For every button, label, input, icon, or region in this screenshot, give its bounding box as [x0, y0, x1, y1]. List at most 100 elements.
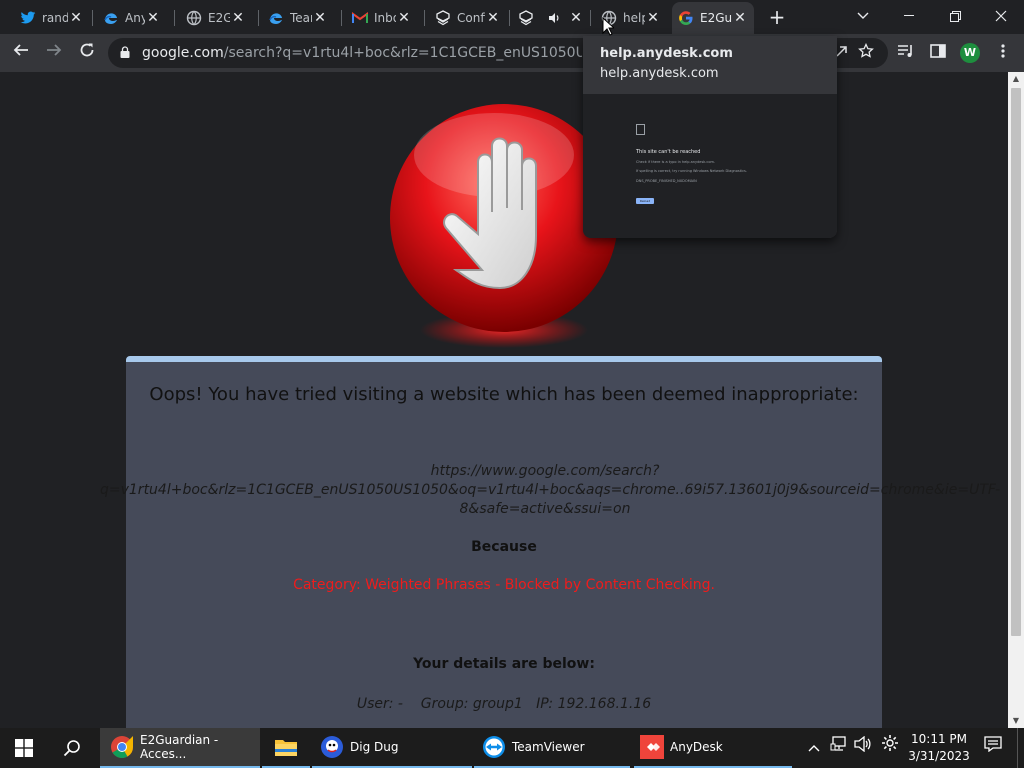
- clock-date: 3/31/2023: [908, 749, 970, 763]
- page-title: Oops! You have tried visiting a website …: [149, 384, 859, 405]
- preview-title: This site can't be reached: [636, 149, 701, 155]
- arrow-right-icon: [47, 44, 62, 56]
- tab-e2guardian[interactable]: E2Guardian ✕: [180, 4, 252, 32]
- tab-title: E2Guardian: [208, 11, 230, 25]
- details-heading: Your details are below:: [413, 656, 595, 672]
- taskbar-chrome[interactable]: E2Guardian - Acces...: [100, 728, 260, 768]
- tab-teamviewer[interactable]: TeamViewer ✕: [262, 4, 334, 32]
- tab-close-icon[interactable]: ✕: [312, 10, 328, 26]
- restore-button[interactable]: [932, 0, 978, 32]
- minimize-button[interactable]: [886, 0, 932, 32]
- media-control-icon[interactable]: [896, 43, 916, 63]
- close-window-button[interactable]: [978, 0, 1024, 32]
- twitter-icon: [20, 10, 36, 26]
- because-label: Because: [471, 539, 537, 555]
- taskbar-anydesk[interactable]: AnyDesk: [634, 728, 792, 768]
- lock-icon[interactable]: [120, 46, 130, 58]
- settings-gear-icon[interactable]: [878, 728, 902, 768]
- notification-center-button[interactable]: [980, 728, 1006, 768]
- blocked-url: https://www.google.com/search? q=v1rtu4l…: [100, 462, 1001, 519]
- tab-audio[interactable]: ✕: [512, 4, 584, 32]
- tab-separator: [174, 10, 175, 26]
- search-icon: [63, 740, 80, 757]
- dig-dug-icon: [321, 736, 343, 758]
- notification-icon: [984, 736, 1002, 753]
- preview-line: DNS_PROBE_FINISHED_NXDOMAIN: [636, 179, 697, 183]
- network-icon[interactable]: [828, 728, 850, 768]
- tab-close-icon[interactable]: ✕: [396, 10, 412, 26]
- show-desktop-divider[interactable]: [1017, 728, 1018, 768]
- system-clock[interactable]: 10:11 PM 3/31/2023: [906, 731, 972, 765]
- vertical-scrollbar[interactable]: ▲ ▼: [1008, 72, 1024, 728]
- browser-toolbar: google.com/search?q=v1rtu4l+boc&rlz=1C1G…: [0, 34, 1024, 72]
- tab-title: AnyDesk: [125, 11, 145, 25]
- tab-close-icon[interactable]: ✕: [230, 10, 246, 26]
- app-icon: [435, 10, 451, 26]
- anydesk-icon: [640, 735, 664, 759]
- url-text: google.com/search?q=v1rtu4l+boc&rlz=1C1G…: [142, 38, 582, 68]
- taskbar-label: Dig Dug: [350, 740, 399, 754]
- tab-hover-card: help.anydesk.com help.anydesk.com This s…: [583, 36, 837, 238]
- start-button[interactable]: [0, 728, 48, 768]
- tab-close-icon[interactable]: ✕: [68, 10, 84, 26]
- reload-icon: [80, 43, 94, 57]
- block-message-panel: Oops! You have tried visiting a website …: [100, 356, 1000, 728]
- volume-icon[interactable]: [852, 728, 874, 768]
- google-icon: [678, 10, 694, 26]
- minimize-icon: [904, 15, 914, 16]
- speaker-icon[interactable]: [546, 10, 562, 26]
- tab-close-icon[interactable]: ✕: [568, 10, 584, 26]
- bookmark-star-icon[interactable]: [856, 42, 876, 63]
- blocked-url-line: https://www.google.com/search?: [430, 463, 660, 479]
- tab-title: randall: [42, 11, 68, 25]
- hover-card-preview: This site can't be reached Check if ther…: [583, 94, 837, 238]
- tab-separator: [341, 10, 342, 26]
- url-path: /search?q=v1rtu4l+boc&rlz=1C1GCEB_enUS10…: [223, 45, 582, 61]
- taskbar-file-explorer[interactable]: [262, 728, 310, 768]
- preview-line: Check if there is a typo in help.anydesk…: [636, 160, 715, 164]
- search-button[interactable]: [48, 728, 96, 768]
- edge-icon: [268, 10, 284, 26]
- tab-close-icon[interactable]: ✕: [485, 10, 501, 26]
- globe-icon: [186, 10, 202, 26]
- reload-button[interactable]: [74, 41, 100, 65]
- taskbar-label: AnyDesk: [670, 740, 723, 754]
- tab-config[interactable]: Config ✕: [429, 4, 507, 32]
- tab-title: help.anydesk.com: [623, 11, 645, 25]
- scrollbar-thumb[interactable]: [1011, 88, 1021, 636]
- mouse-cursor-icon: [602, 17, 614, 36]
- scroll-up-arrow[interactable]: ▲: [1008, 72, 1024, 86]
- side-panel-icon[interactable]: [928, 43, 948, 63]
- preview-line: If spelling is correct, try running Wind…: [636, 169, 747, 173]
- menu-kebab-icon[interactable]: [993, 43, 1013, 63]
- taskbar-dig-dug[interactable]: Dig Dug: [312, 728, 472, 768]
- blocked-url-line: q=v1rtu4l+boc&rlz=1C1GCEB_enUS1050US1050…: [100, 482, 1001, 498]
- tab-separator: [590, 10, 591, 26]
- clock-time: 10:11 PM: [911, 732, 967, 746]
- block-reason: Category: Weighted Phrases - Blocked by …: [293, 577, 715, 593]
- chevron-down-icon: [857, 12, 869, 19]
- hover-card-title: help.anydesk.com: [600, 46, 733, 61]
- forward-button[interactable]: [41, 41, 67, 65]
- chevron-up-icon: [808, 745, 820, 752]
- tab-close-icon[interactable]: ✕: [645, 10, 661, 26]
- tab-separator: [92, 10, 93, 26]
- profile-avatar[interactable]: W: [960, 43, 980, 63]
- tab-strip: randall ✕ AnyDesk ✕ E2Guardian ✕ TeamVie…: [0, 0, 1024, 34]
- tab-close-icon[interactable]: ✕: [732, 10, 748, 26]
- tab-close-icon[interactable]: ✕: [145, 10, 161, 26]
- tab-twitter[interactable]: randall ✕: [14, 4, 90, 32]
- taskbar-teamviewer[interactable]: TeamViewer: [474, 728, 630, 768]
- taskbar-label: E2Guardian - Acces...: [140, 733, 219, 761]
- scroll-down-arrow[interactable]: ▼: [1008, 714, 1024, 728]
- tab-anydesk[interactable]: AnyDesk ✕: [97, 4, 167, 32]
- tab-e2guardian-active[interactable]: E2Guardian ✕: [672, 2, 754, 34]
- user-details: User: - Group: group1 IP: 192.168.1.16: [356, 696, 652, 712]
- new-tab-button[interactable]: +: [768, 6, 786, 28]
- tab-separator: [509, 10, 510, 26]
- tab-gmail[interactable]: Inbox ✕: [346, 4, 418, 32]
- show-hidden-icons-button[interactable]: [804, 728, 824, 768]
- page-content: Oops! You have tried visiting a website …: [0, 72, 1008, 728]
- tab-search-button[interactable]: [840, 0, 886, 32]
- back-button[interactable]: [8, 41, 34, 65]
